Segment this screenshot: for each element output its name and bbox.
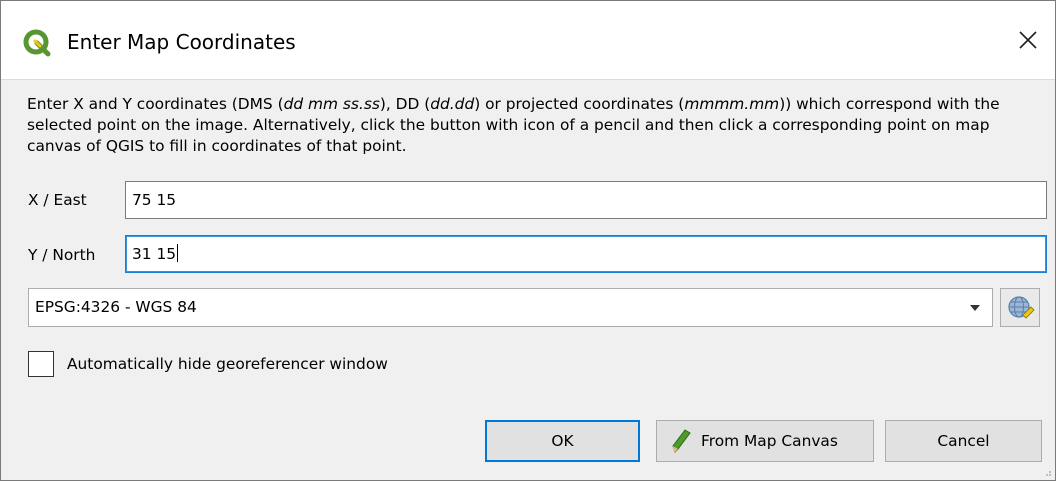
crs-dropdown[interactable]: EPSG:4326 - WGS 84 xyxy=(28,288,993,327)
from-map-canvas-label: From Map Canvas xyxy=(701,432,838,450)
auto-hide-label: Automatically hide georeferencer window xyxy=(67,355,388,373)
x-east-input[interactable]: 75 15 xyxy=(125,181,1047,219)
enter-map-coordinates-dialog: Enter Map Coordinates Enter X and Y coor… xyxy=(0,0,1056,481)
crs-selected-value: EPSG:4326 - WGS 84 xyxy=(35,298,197,316)
resize-grip-icon[interactable] xyxy=(1042,467,1052,477)
crs-selector-button[interactable] xyxy=(1000,288,1040,327)
dialog-title: Enter Map Coordinates xyxy=(67,30,296,54)
title-bar: Enter Map Coordinates xyxy=(1,1,1055,80)
cancel-button[interactable]: Cancel xyxy=(885,420,1042,462)
chevron-down-icon xyxy=(970,305,980,311)
y-north-input[interactable]: 31 15 xyxy=(125,235,1047,273)
from-map-canvas-button[interactable]: From Map Canvas xyxy=(656,420,874,462)
close-icon[interactable] xyxy=(1011,23,1045,57)
x-east-label: X / East xyxy=(28,191,87,209)
globe-crs-icon xyxy=(1008,296,1035,319)
text-caret xyxy=(177,244,179,262)
ok-button[interactable]: OK xyxy=(485,420,640,462)
instructions-text: Enter X and Y coordinates (DMS (dd mm ss… xyxy=(27,95,1000,155)
qgis-logo-icon xyxy=(23,29,51,57)
pencil-icon xyxy=(672,429,691,453)
y-north-label: Y / North xyxy=(28,246,96,264)
auto-hide-checkbox[interactable] xyxy=(28,351,54,377)
